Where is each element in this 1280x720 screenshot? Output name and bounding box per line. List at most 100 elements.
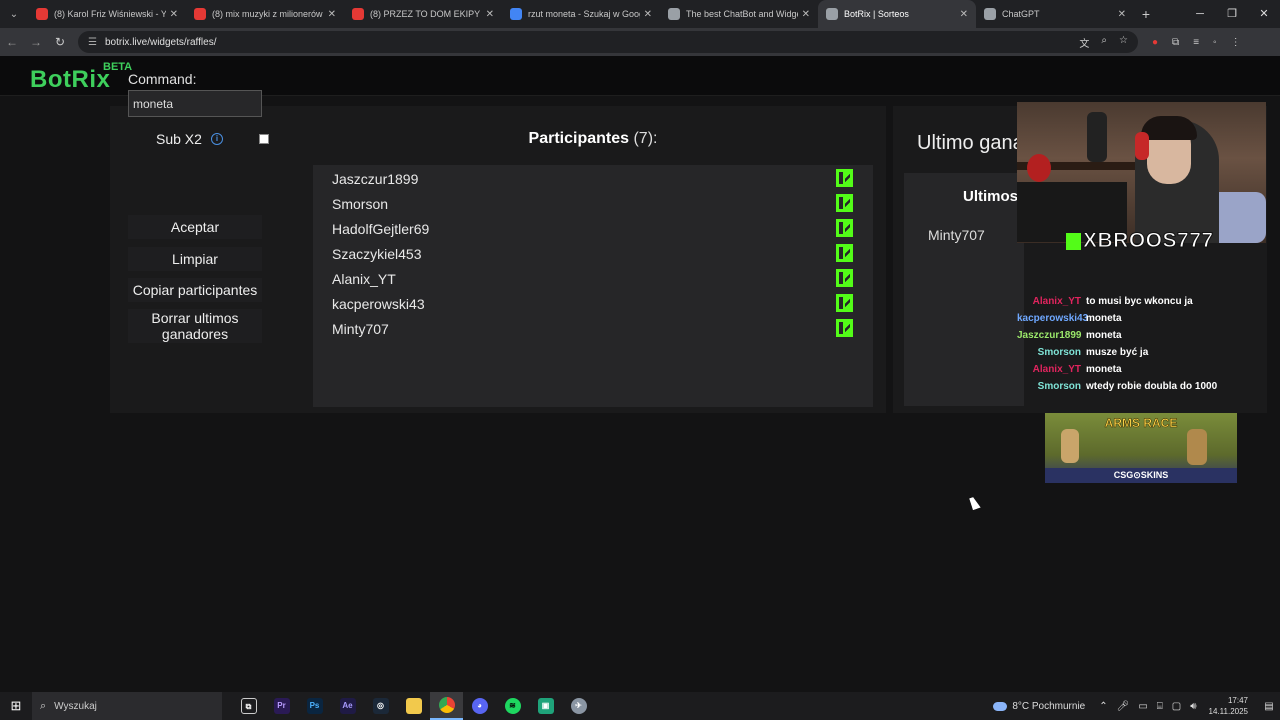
browser-tab[interactable]: The best ChatBot and Widgets ✕	[660, 0, 818, 28]
recent-winner-name: Minty707	[928, 227, 985, 243]
task-view-icon[interactable]: ⧉	[232, 692, 265, 720]
command-input[interactable]	[128, 90, 262, 117]
display-settings-icon[interactable]: ▢	[1172, 701, 1181, 712]
bookmark-star-icon[interactable]: ☆	[1119, 35, 1128, 50]
tab-title: The best ChatBot and Widgets	[686, 9, 798, 19]
restore-button[interactable]: ❐	[1216, 0, 1248, 28]
participant-row: Minty707	[313, 316, 873, 341]
close-tab-icon[interactable]: ✕	[1118, 9, 1126, 20]
chat-message: Jaszczur1899 moneta	[1017, 330, 1266, 341]
steam-icon[interactable]: ◎	[364, 692, 397, 720]
ad-title: ARMS RACE	[1104, 416, 1178, 431]
taskbar: ⊞ ⌕ Wyszukaj ⧉ Pr Ps Ae ◎ ◕ ≋ ▣ ✈ 8°C Po…	[0, 692, 1280, 720]
sub-x2-checkbox[interactable]	[259, 134, 269, 144]
participants-list: Jaszczur1899 Smorson HadolfGejtler69 Szaczy…	[313, 165, 873, 407]
close-tab-icon[interactable]: ✕	[328, 9, 336, 20]
close-tab-icon[interactable]: ✕	[170, 9, 178, 20]
chevron-up-icon[interactable]: ⌃	[1099, 701, 1107, 712]
youtube-icon	[36, 8, 48, 20]
discord-icon[interactable]: ◕	[463, 692, 496, 720]
app-icon[interactable]: ▣	[529, 692, 562, 720]
clock-date: 14.11.2025	[1208, 707, 1248, 716]
participant-name: Szaczykiel453	[332, 245, 422, 262]
url-text: botrix.live/widgets/raffles/	[104, 36, 217, 48]
site-info-icon[interactable]: ☰	[88, 37, 97, 48]
zoom-icon[interactable]: ⌕	[1101, 35, 1107, 50]
translate-icon[interactable]: 文	[1079, 35, 1089, 50]
weather-widget[interactable]: 8°C Pochmurnie	[993, 701, 1085, 712]
kick-logo-icon	[1066, 233, 1081, 250]
browser-tab[interactable]: (8) mix muzyki z milionerów - Y ✕	[186, 0, 344, 28]
chat-username: Alanix_YT	[1032, 364, 1081, 375]
participant-row: Jaszczur1899	[313, 166, 873, 191]
close-tab-icon[interactable]: ✕	[486, 9, 494, 20]
chrome-icon[interactable]	[430, 692, 463, 720]
streamer-username: XBROOS777	[1083, 229, 1214, 253]
extensions-icon[interactable]: ⧉	[1172, 37, 1179, 48]
soldier-figure-icon	[1061, 429, 1079, 463]
stream-chat: Alanix_YT to musi byc wkoncu ja kacperowsk…	[1017, 296, 1266, 402]
microphone-icon[interactable]: 🎤︎	[1117, 701, 1130, 712]
network-icon[interactable]: ⌸	[1157, 701, 1163, 712]
clock[interactable]: 17:47 14.11.2025	[1209, 695, 1248, 717]
after-effects-icon[interactable]: Ae	[331, 692, 364, 720]
tab-title: BotRix | Sorteos	[844, 9, 909, 19]
browser-tab[interactable]: ChatGPT ✕	[976, 0, 1134, 28]
minimize-button[interactable]: ─	[1184, 0, 1216, 28]
copy-participants-button[interactable]: Copiar participantes	[128, 278, 262, 302]
tab-search-button[interactable]: ⌄	[0, 0, 28, 28]
search-placeholder: Wyszukaj	[54, 700, 97, 712]
close-tab-icon[interactable]: ✕	[960, 9, 968, 20]
clock-time: 17:47	[1227, 696, 1248, 705]
profile-icon[interactable]: ◦	[1213, 37, 1217, 48]
photoshop-icon[interactable]: Ps	[298, 692, 331, 720]
participant-name: Jaszczur1899	[332, 170, 419, 187]
kick-icon	[836, 319, 853, 337]
info-icon[interactable]: i	[211, 133, 223, 145]
chat-username: Alanix_YT	[1032, 296, 1081, 307]
display-icon[interactable]: ▭	[1138, 701, 1147, 712]
participant-name: Smorson	[332, 195, 389, 212]
browser-tab[interactable]: (8) Karol Friz Wiśniewski - YouTu ✕	[28, 0, 186, 28]
tab-title: (8) PRZEZ TO DOM EKIPY MIAŁ	[370, 9, 482, 19]
kick-icon	[836, 219, 853, 237]
tab-title: ChatGPT	[1002, 9, 1040, 19]
close-tab-icon[interactable]: ✕	[802, 9, 810, 20]
forward-button[interactable]: →	[24, 35, 48, 49]
command-label: Command:	[128, 71, 197, 87]
reload-button[interactable]: ↻	[48, 35, 72, 49]
premiere-icon[interactable]: Pr	[265, 692, 298, 720]
windows-start-icon[interactable]: ⊞	[0, 698, 32, 714]
botrix-logo[interactable]: BotRix	[30, 66, 110, 94]
file-explorer-icon[interactable]	[397, 692, 430, 720]
chat-username: kacperowski43	[1017, 313, 1089, 324]
browser-tab-strip: ⌄ (8) Karol Friz Wiśniewski - YouTu✕(8) …	[0, 0, 1280, 28]
tab-title: (8) mix muzyki z milionerów - Y	[212, 9, 324, 19]
volume-icon[interactable]: 🔊︎	[1190, 701, 1196, 712]
back-button[interactable]: ←	[0, 35, 24, 49]
app-icon[interactable]: ✈	[562, 692, 595, 720]
clear-button[interactable]: Limpiar	[128, 247, 262, 271]
participants-count: (7):	[633, 130, 658, 147]
browser-tab[interactable]: rzut moneta - Szukaj w Google ✕	[502, 0, 660, 28]
browser-tab[interactable]: (8) PRZEZ TO DOM EKIPY MIAŁ ✕	[344, 0, 502, 28]
google-icon	[510, 8, 522, 20]
participant-row: HadolfGejtler69	[313, 216, 873, 241]
chat-text: moneta	[1086, 313, 1122, 324]
close-tab-icon[interactable]: ✕	[644, 9, 652, 20]
taskbar-search[interactable]: ⌕ Wyszukaj	[32, 692, 222, 720]
media-control-icon[interactable]: ≡	[1193, 37, 1199, 48]
recent-winners-box	[904, 173, 1024, 406]
accept-button[interactable]: Aceptar	[128, 215, 262, 239]
delete-winners-button[interactable]: Borrar ultimos ganadores	[128, 309, 262, 343]
participant-name: HadolfGejtler69	[332, 220, 430, 237]
url-bar[interactable]: ☰ botrix.live/widgets/raffles/ 文 ⌕ ☆	[78, 31, 1138, 53]
close-window-button[interactable]: ✕	[1248, 0, 1280, 28]
new-tab-button[interactable]: +	[1134, 6, 1158, 22]
spotify-icon[interactable]: ≋	[496, 692, 529, 720]
browser-tab[interactable]: BotRix | Sorteos ✕	[818, 0, 976, 28]
notification-icon[interactable]: ▤	[1258, 701, 1280, 712]
recording-extension-icon[interactable]: ●	[1152, 37, 1158, 48]
browser-menu-icon[interactable]: ⋮	[1231, 37, 1241, 48]
chat-text: moneta	[1086, 330, 1122, 341]
